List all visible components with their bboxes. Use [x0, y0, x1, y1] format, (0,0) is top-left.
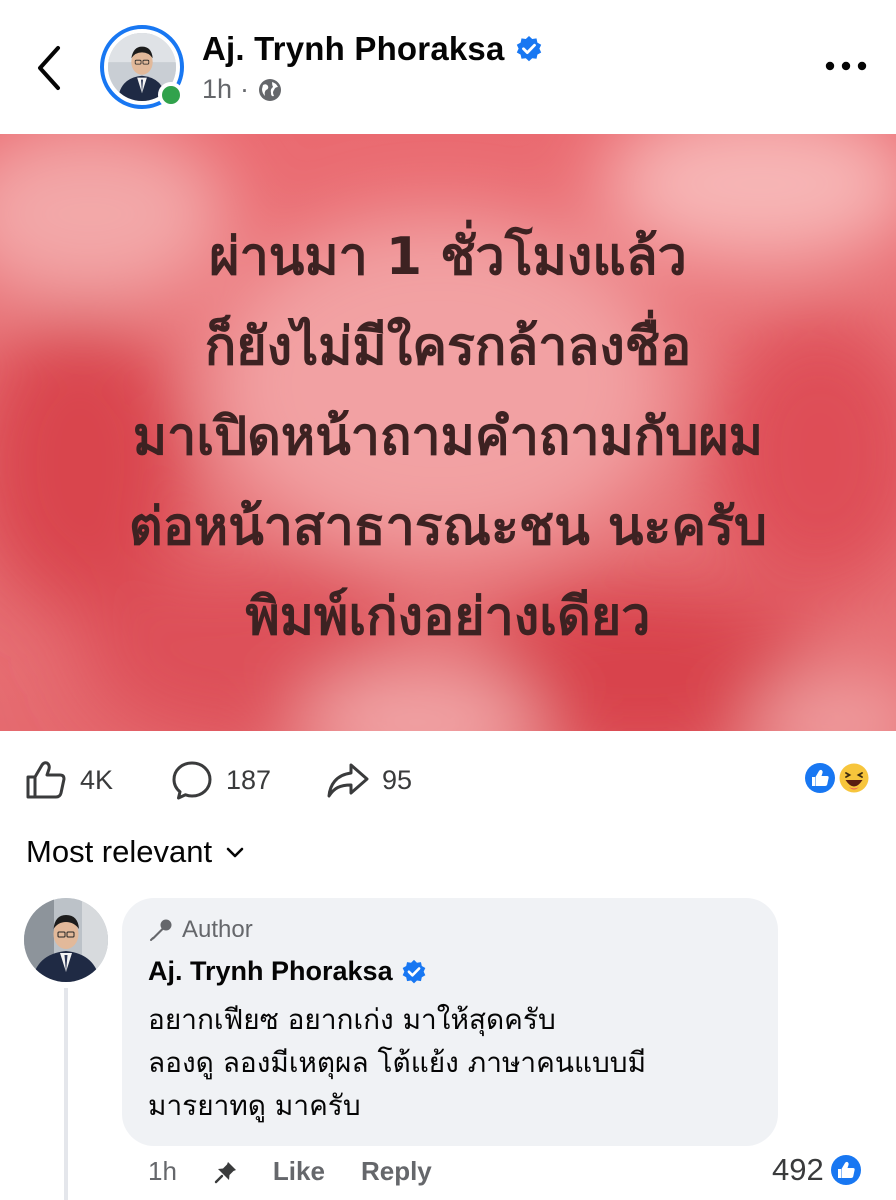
- comment-like-button[interactable]: Like: [273, 1156, 325, 1187]
- author-name-text: Aj. Trynh Phoraksa: [202, 30, 505, 67]
- meta-separator: ·: [240, 74, 250, 104]
- post-meta: 1h ·: [202, 74, 283, 105]
- comment-count: 187: [226, 764, 272, 795]
- thumbs-up-icon: [26, 761, 66, 799]
- author-badge-label: Author: [182, 916, 253, 943]
- chevron-left-icon: [38, 46, 60, 90]
- comment-author-name[interactable]: Aj. Trynh Phoraksa: [148, 956, 427, 987]
- post-actions-bar: 4K 187 95: [0, 740, 896, 816]
- share-button[interactable]: 95: [326, 758, 412, 802]
- comment-reaction-count: 492: [772, 1152, 824, 1187]
- comment-text: อยากเฟียซ อยากเก่ง มาให้สุดครับ ลองดู ลอ…: [148, 998, 768, 1127]
- microphone-icon: [150, 919, 172, 941]
- comment-button[interactable]: 187: [170, 758, 271, 802]
- more-horizontal-icon: [825, 61, 867, 71]
- like-button[interactable]: 4K: [24, 758, 113, 802]
- more-options-button[interactable]: [824, 56, 868, 76]
- share-arrow-icon: [327, 763, 369, 798]
- chevron-down-icon: [226, 847, 244, 858]
- like-count: 4K: [80, 764, 114, 795]
- online-status-dot: [158, 82, 184, 108]
- post-header: Aj. Trynh Phoraksa 1h ·: [0, 0, 896, 134]
- comment-sort-dropdown[interactable]: Most relevant: [26, 834, 246, 870]
- share-count: 95: [382, 764, 413, 795]
- reply-thread-line: [64, 988, 68, 1200]
- back-button[interactable]: [30, 44, 70, 92]
- globe-icon: [259, 78, 282, 101]
- sort-label: Most relevant: [26, 834, 213, 869]
- like-reaction-icon: [803, 761, 837, 795]
- post-line: ผ่านมา 1 ชั่วโมงแล้ว: [209, 227, 687, 287]
- comment-reactions[interactable]: 492: [772, 1152, 864, 1188]
- comment-time: 1h: [148, 1156, 177, 1186]
- haha-reaction-icon: [838, 762, 870, 794]
- comment-line: มารยาทดู มาครับ: [148, 1089, 361, 1122]
- pin-icon: [214, 1161, 236, 1183]
- post-line: ก็ยังไม่มีใครกล้าลงชื่อ: [204, 317, 692, 377]
- post-time: 1h: [202, 74, 233, 104]
- post-author-name[interactable]: Aj. Trynh Phoraksa: [202, 30, 543, 68]
- comment-line: ลองดู ลองมีเหตุผล โต้แย้ง ภาษาคนแบบมี: [148, 1046, 647, 1079]
- comment-actions: 1h Like Reply: [148, 1156, 468, 1187]
- like-reaction-icon: [828, 1153, 863, 1187]
- comment-author-name-text: Aj. Trynh Phoraksa: [148, 956, 393, 986]
- comment-author-avatar[interactable]: [24, 898, 108, 982]
- post-line: พิมพ์เก่งอย่างเดียว: [245, 587, 651, 647]
- post-text: ผ่านมา 1 ชั่วโมงแล้ว ก็ยังไม่มีใครกล้าลง…: [0, 212, 896, 662]
- post-line: มาเปิดหน้าถามคำถามกับผม: [132, 407, 764, 467]
- author-badge: Author: [148, 916, 253, 944]
- comment-line: อยากเฟียซ อยากเก่ง มาให้สุดครับ: [148, 1003, 556, 1036]
- verified-badge-icon: [516, 36, 541, 62]
- reactions-summary[interactable]: [802, 760, 874, 796]
- comment-reply-button[interactable]: Reply: [361, 1156, 432, 1187]
- post-line: ต่อหน้าสาธารณะชน นะครับ: [128, 497, 768, 557]
- verified-badge-icon: [402, 959, 425, 983]
- post-image[interactable]: ผ่านมา 1 ชั่วโมงแล้ว ก็ยังไม่มีใครกล้าลง…: [0, 134, 896, 731]
- comment-bubble-icon: [172, 761, 212, 800]
